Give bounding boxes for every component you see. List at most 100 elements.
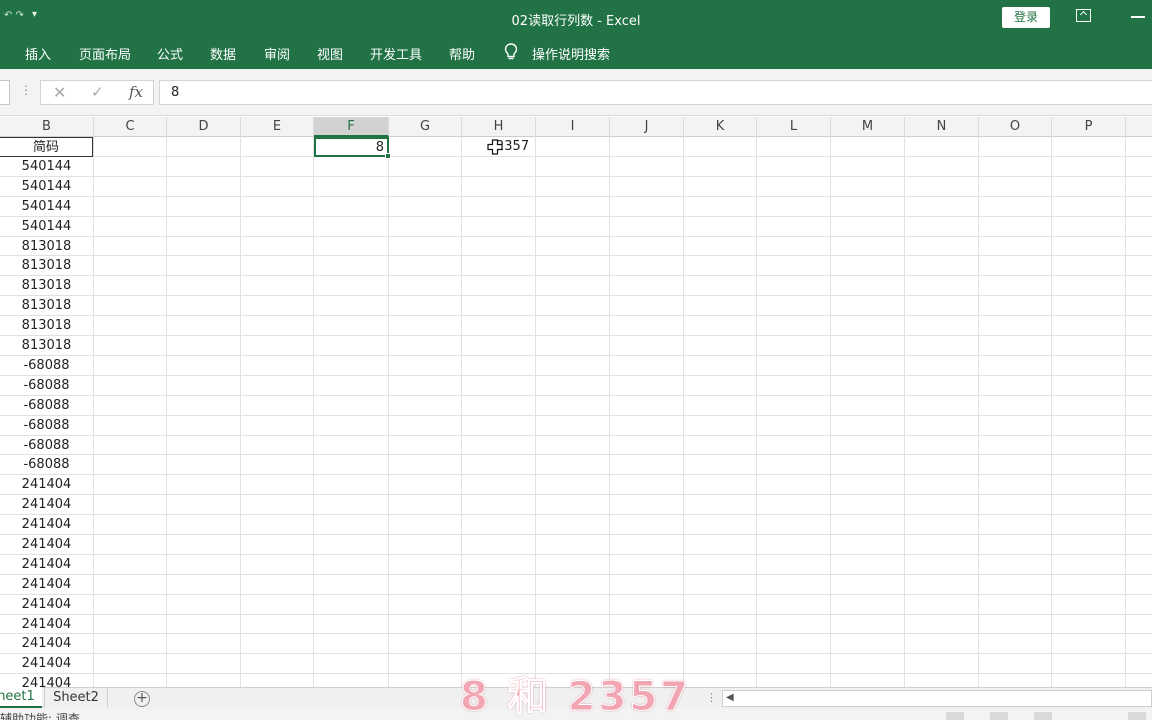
tab-review[interactable]: 审阅 <box>264 44 290 63</box>
cell-b17[interactable]: -68088 <box>0 455 93 475</box>
cell-b19[interactable]: 241404 <box>0 495 93 515</box>
tab-formulas[interactable]: 公式 <box>157 44 183 63</box>
tab-insert[interactable]: 插入 <box>25 44 51 63</box>
ribbon-display-options-icon[interactable] <box>1076 9 1091 22</box>
worksheet-grid[interactable]: BCDEFGHIJKLMNOP 简码 540144 540144 540144 5401… <box>0 117 1152 688</box>
status-text: 辅助功能: 调查 <box>0 712 80 720</box>
horizontal-scrollbar[interactable]: ◀ <box>722 690 1152 707</box>
column-header-c[interactable]: C <box>94 117 167 137</box>
add-sheet-icon[interactable]: + <box>134 691 150 707</box>
cell-b8[interactable]: 813018 <box>0 276 93 296</box>
column-header-h[interactable]: H <box>462 117 536 137</box>
gridline-horizontal <box>0 395 1152 396</box>
cell-b7[interactable]: 813018 <box>0 256 93 276</box>
minimize-icon[interactable] <box>1131 16 1145 18</box>
cell-b28[interactable]: 241404 <box>0 674 93 688</box>
name-box[interactable] <box>0 80 10 105</box>
gridline-horizontal <box>0 375 1152 376</box>
gridline-horizontal <box>0 255 1152 256</box>
column-header-n[interactable]: N <box>905 117 979 137</box>
tab-help[interactable]: 帮助 <box>449 44 475 63</box>
gridline-vertical <box>756 137 757 688</box>
fill-handle[interactable] <box>385 153 391 159</box>
column-header-i[interactable]: I <box>536 117 610 137</box>
cell-b14[interactable]: -68088 <box>0 396 93 416</box>
formula-bar-grip-icon: ⋮ <box>20 83 32 97</box>
gridline-horizontal <box>0 176 1152 177</box>
column-header-j[interactable]: J <box>610 117 684 137</box>
formula-input[interactable]: 8 <box>159 80 1152 105</box>
normal-view-icon[interactable] <box>946 712 964 720</box>
cancel-icon[interactable]: ✕ <box>53 83 66 102</box>
gridline-horizontal <box>0 534 1152 535</box>
column-header-k[interactable]: K <box>684 117 757 137</box>
cell-b24[interactable]: 241404 <box>0 595 93 615</box>
selected-cell-f1[interactable]: 8 <box>314 137 389 157</box>
column-header-b[interactable]: B <box>0 117 94 137</box>
video-caption: 8 和 2357 <box>459 674 692 720</box>
cell-b3[interactable]: 540144 <box>0 177 93 197</box>
cell-b26[interactable]: 241404 <box>0 634 93 654</box>
cell-b23[interactable]: 241404 <box>0 575 93 595</box>
column-header-g[interactable]: G <box>389 117 462 137</box>
insert-function-icon[interactable]: fx <box>129 83 143 101</box>
gridline-horizontal <box>0 633 1152 634</box>
gridline-horizontal <box>0 514 1152 515</box>
lightbulb-icon[interactable] <box>504 43 518 61</box>
cell-b2[interactable]: 540144 <box>0 157 93 177</box>
column-header-d[interactable]: D <box>167 117 241 137</box>
cells-area[interactable]: 简码 540144 540144 540144 540144 813018 813018 81… <box>0 137 1152 688</box>
cell-b9[interactable]: 813018 <box>0 296 93 316</box>
column-header-m[interactable]: M <box>831 117 905 137</box>
cell-b27[interactable]: 241404 <box>0 654 93 674</box>
cell-b25[interactable]: 241404 <box>0 615 93 635</box>
sheet-tab-sheet1[interactable]: heet1 <box>0 687 42 708</box>
column-header-e[interactable]: E <box>241 117 314 137</box>
gridline-vertical <box>166 137 167 688</box>
cell-b12[interactable]: -68088 <box>0 356 93 376</box>
sheet-tab-sheet2[interactable]: Sheet2 <box>44 688 108 708</box>
scroll-left-icon[interactable]: ◀ <box>726 692 734 703</box>
tab-developer[interactable]: 开发工具 <box>370 44 422 63</box>
gridline-vertical <box>830 137 831 688</box>
column-header-o[interactable]: O <box>979 117 1052 137</box>
gridline-vertical <box>1051 137 1052 688</box>
gridline-horizontal <box>0 614 1152 615</box>
column-header-p[interactable]: P <box>1052 117 1126 137</box>
page-layout-view-icon[interactable] <box>990 712 1008 720</box>
gridline-vertical <box>683 137 684 688</box>
column-header-l[interactable]: L <box>757 117 831 137</box>
cell-b5[interactable]: 540144 <box>0 217 93 237</box>
cell-b13[interactable]: -68088 <box>0 376 93 396</box>
gridline-vertical <box>978 137 979 688</box>
cell-b21[interactable]: 241404 <box>0 535 93 555</box>
gridline-horizontal <box>0 494 1152 495</box>
cell-b22[interactable]: 241404 <box>0 555 93 575</box>
gridline-horizontal <box>0 355 1152 356</box>
gridline-horizontal <box>0 574 1152 575</box>
gridline-horizontal <box>0 315 1152 316</box>
cell-b20[interactable]: 241404 <box>0 515 93 535</box>
page-break-view-icon[interactable] <box>1034 712 1052 720</box>
zoom-slider[interactable] <box>1128 712 1146 720</box>
check-icon[interactable]: ✓ <box>91 83 104 101</box>
cell-b1-header[interactable]: 简码 <box>0 137 93 157</box>
cell-b18[interactable]: 241404 <box>0 475 93 495</box>
cell-b6[interactable]: 813018 <box>0 237 93 257</box>
cell-b4[interactable]: 540144 <box>0 197 93 217</box>
login-button[interactable]: 登录 <box>1002 7 1050 28</box>
cell-b16[interactable]: -68088 <box>0 436 93 456</box>
tab-page-layout[interactable]: 页面布局 <box>79 44 131 63</box>
gridline-horizontal <box>0 335 1152 336</box>
column-header-f[interactable]: F <box>314 117 389 137</box>
window-title: 02读取行列数 - Excel <box>511 14 641 29</box>
cell-b15[interactable]: -68088 <box>0 416 93 436</box>
scrollbar-grip-icon[interactable]: ⋮ <box>706 691 717 704</box>
tab-data[interactable]: 数据 <box>210 44 236 63</box>
cell-b11[interactable]: 813018 <box>0 336 93 356</box>
gridline-vertical <box>1125 137 1126 688</box>
gridline-vertical <box>313 137 314 688</box>
tell-me-search[interactable]: 操作说明搜索 <box>532 44 610 63</box>
cell-b10[interactable]: 813018 <box>0 316 93 336</box>
tab-view[interactable]: 视图 <box>317 44 343 63</box>
